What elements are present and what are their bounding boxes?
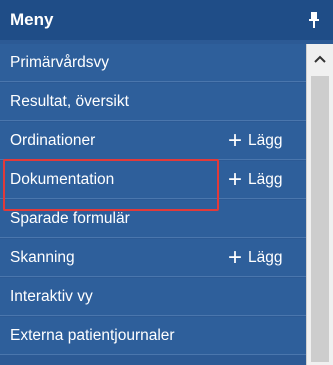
menu-item-skanning[interactable]: Skanning + Lägg: [0, 239, 306, 277]
menu-item-interaktiv-vy[interactable]: Interaktiv vy: [0, 278, 306, 316]
menu-item-primarvardsvy[interactable]: Primärvårdsvy: [0, 44, 306, 82]
menu-item-label: Ordinationer: [10, 131, 96, 149]
menu-item-externa-patientjournaler[interactable]: Externa patientjournaler: [0, 317, 306, 355]
add-skanning-button[interactable]: + Lägg: [228, 239, 283, 277]
menu-item-ordinationer[interactable]: Ordinationer + Lägg: [0, 122, 306, 160]
menu-header: Meny: [0, 0, 333, 40]
menu-item-label: Interaktiv vy: [10, 287, 93, 305]
menu-item-label: Sparade formulär: [10, 209, 130, 227]
menu-item-dokumentation[interactable]: Dokumentation + Lägg: [0, 161, 306, 199]
scroll-up-button[interactable]: [307, 44, 333, 74]
add-label: Lägg: [248, 171, 283, 188]
menu-item-resultat-oversikt[interactable]: Resultat, översikt: [0, 83, 306, 121]
plus-icon: +: [228, 127, 243, 154]
scroll-thumb[interactable]: [311, 76, 329, 362]
plus-icon: +: [228, 166, 243, 193]
menu-item-label: Skanning: [10, 248, 75, 266]
menu-list: Primärvårdsvy Resultat, översikt Ordinat…: [0, 44, 306, 365]
add-dokumentation-button[interactable]: + Lägg: [228, 161, 283, 199]
pin-icon[interactable]: [307, 11, 321, 29]
menu-title: Meny: [10, 10, 54, 29]
menu-item-label: Dokumentation: [10, 170, 115, 188]
menu-item-label: Primärvårdsvy: [10, 53, 110, 71]
add-label: Lägg: [248, 249, 283, 266]
chevron-up-icon: [314, 55, 326, 63]
add-ordination-button[interactable]: + Lägg: [228, 122, 283, 160]
add-label: Lägg: [248, 132, 283, 149]
menu-item-label: Resultat, översikt: [10, 92, 129, 110]
menu-item-label: Externa patientjournaler: [10, 326, 175, 344]
plus-icon: +: [228, 244, 243, 271]
menu-item-sparade-formular[interactable]: Sparade formulär: [0, 200, 306, 238]
scrollbar[interactable]: [306, 44, 333, 365]
menu-panel: Meny Primärvårdsvy Resultat, översikt Or…: [0, 0, 333, 365]
